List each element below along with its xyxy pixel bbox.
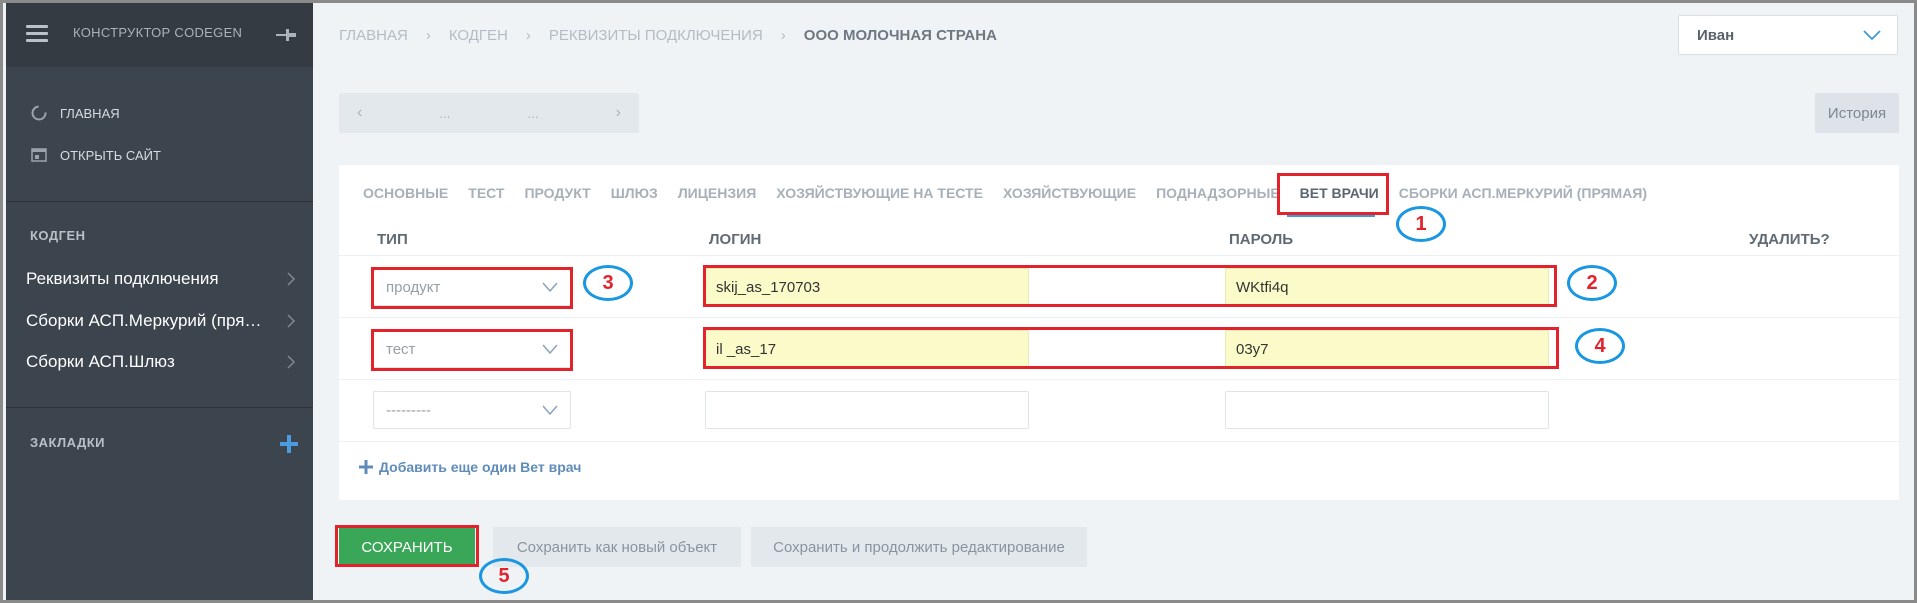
sidebar-link-label: Главная bbox=[60, 105, 120, 121]
annotation-number: 2 bbox=[1567, 265, 1617, 301]
type-select-value: --------- bbox=[386, 401, 431, 419]
tab-entities-test[interactable]: Хозяйствующие на тесте bbox=[776, 185, 983, 201]
breadcrumb-connection-details[interactable]: Реквизиты подключения bbox=[549, 27, 763, 44]
save-as-new-button[interactable]: Сохранить как новый объект bbox=[493, 527, 741, 567]
tab-entities[interactable]: Хозяйствующие bbox=[1003, 185, 1136, 201]
save-button[interactable]: Сохранить bbox=[339, 527, 475, 567]
sidebar-item-label: Сборки АСП.Меркурий (прямая) bbox=[26, 311, 266, 330]
type-select-value: тест bbox=[386, 340, 416, 358]
tab-mercury-builds[interactable]: Сборки АСП.Меркурий (прямая) bbox=[1399, 185, 1647, 201]
type-select-value: продукт bbox=[386, 278, 441, 296]
sidebar-link-home[interactable]: Главная bbox=[30, 101, 120, 125]
tab-basic[interactable]: Основные bbox=[363, 185, 448, 201]
pager-prev-button[interactable]: ‹ bbox=[357, 104, 362, 122]
login-field[interactable] bbox=[705, 391, 1029, 429]
chevron-down-icon bbox=[542, 344, 558, 355]
login-field[interactable]: il _as_17 bbox=[705, 330, 1029, 368]
user-dropdown[interactable]: Иван bbox=[1678, 15, 1898, 55]
login-field[interactable]: skij_as_170703 bbox=[705, 268, 1029, 306]
sidebar: Конструктор Codegen Главная Открыть сайт… bbox=[6, 3, 313, 600]
save-and-continue-button[interactable]: Сохранить и продолжить редактирование bbox=[751, 527, 1087, 567]
sidebar-divider bbox=[6, 201, 313, 202]
plus-icon bbox=[359, 460, 373, 474]
tab-supervised[interactable]: Поднадзорные bbox=[1156, 185, 1280, 201]
column-header-password: Пароль bbox=[1229, 231, 1294, 248]
sidebar-section-codegen: Кодген bbox=[30, 228, 86, 243]
annotation-number: 3 bbox=[583, 265, 633, 301]
chevron-down-icon bbox=[542, 282, 558, 293]
add-vet-doctor-link[interactable]: Добавить еще один Вет врач bbox=[359, 459, 581, 475]
add-link-label: Добавить еще один Вет врач bbox=[379, 459, 582, 475]
annotation-number: 4 bbox=[1575, 328, 1625, 364]
chevron-down-icon bbox=[542, 405, 558, 416]
sidebar-item-label: Сборки АСП.Шлюз bbox=[26, 352, 175, 371]
chevron-right-icon bbox=[287, 355, 296, 369]
breadcrumb-separator: › bbox=[780, 27, 786, 44]
sidebar-link-label: Открыть сайт bbox=[60, 147, 161, 163]
main-panel: Основные Тест Продукт Шлюз Лицензия Хозя… bbox=[339, 165, 1899, 500]
type-select[interactable]: --------- bbox=[373, 391, 571, 429]
tab-product[interactable]: Продукт bbox=[524, 185, 590, 201]
row-divider bbox=[339, 441, 1899, 442]
password-field[interactable] bbox=[1225, 391, 1549, 429]
user-name: Иван bbox=[1697, 26, 1735, 44]
breadcrumb-home[interactable]: Главная bbox=[339, 27, 408, 44]
breadcrumb-separator: › bbox=[525, 27, 531, 44]
pager-next-button[interactable]: › bbox=[616, 104, 621, 122]
password-field[interactable]: WKtfi4q bbox=[1225, 268, 1549, 306]
annotation-number: 1 bbox=[1396, 206, 1446, 242]
breadcrumb-codegen[interactable]: Кодген bbox=[449, 27, 508, 44]
row-divider bbox=[339, 379, 1899, 380]
type-select[interactable]: тест bbox=[373, 330, 571, 368]
tab-vet-doctors[interactable]: Вет врачи bbox=[1300, 185, 1379, 201]
tab-license[interactable]: Лицензия bbox=[678, 185, 756, 201]
chevron-right-icon bbox=[287, 272, 296, 286]
pager-right-value: ... bbox=[527, 105, 539, 121]
sidebar-item-gateway-builds[interactable]: Сборки АСП.Шлюз bbox=[26, 350, 296, 374]
column-header-delete: Удалить? bbox=[1749, 231, 1830, 248]
tab-test[interactable]: Тест bbox=[468, 185, 504, 201]
loading-circle-icon bbox=[31, 105, 47, 121]
pager-left-value: ... bbox=[439, 105, 451, 121]
sidebar-link-open-site[interactable]: Открыть сайт bbox=[30, 143, 161, 167]
sidebar-section-bookmarks: Закладки bbox=[30, 435, 105, 450]
record-pager: ‹ ... ... › bbox=[339, 93, 639, 133]
sidebar-item-mercury-builds[interactable]: Сборки АСП.Меркурий (прямая) bbox=[26, 309, 296, 333]
tab-bar: Основные Тест Продукт Шлюз Лицензия Хозя… bbox=[363, 185, 1667, 201]
history-button[interactable]: История bbox=[1815, 93, 1899, 133]
password-field[interactable]: 03y7 bbox=[1225, 330, 1549, 368]
row-divider bbox=[339, 317, 1899, 318]
active-tab-underline bbox=[1287, 215, 1375, 217]
app-frame: Конструктор Codegen Главная Открыть сайт… bbox=[0, 0, 1917, 603]
breadcrumb-separator: › bbox=[425, 27, 431, 44]
breadcrumb: Главная › Кодген › Реквизиты подключения… bbox=[339, 27, 997, 44]
open-site-icon bbox=[31, 148, 47, 162]
menu-icon[interactable] bbox=[26, 25, 48, 43]
column-header-login: Логин bbox=[709, 231, 762, 248]
sidebar-item-label: Реквизиты подключения bbox=[26, 269, 219, 288]
type-select[interactable]: продукт bbox=[373, 268, 571, 306]
chevron-right-icon bbox=[287, 314, 296, 328]
sidebar-header: Конструктор Codegen bbox=[6, 3, 313, 67]
add-bookmark-icon[interactable] bbox=[278, 433, 300, 455]
pin-icon[interactable] bbox=[274, 25, 298, 45]
chevron-down-icon bbox=[1863, 30, 1881, 41]
row-divider bbox=[339, 255, 1899, 256]
breadcrumb-current: ООО Молочная страна bbox=[803, 27, 997, 44]
sidebar-divider bbox=[6, 407, 313, 408]
tab-gateway[interactable]: Шлюз bbox=[611, 185, 658, 201]
sidebar-item-connection-details[interactable]: Реквизиты подключения bbox=[26, 267, 296, 291]
annotation-number: 5 bbox=[479, 558, 529, 594]
app-title: Конструктор Codegen bbox=[73, 25, 243, 40]
column-header-type: Тип bbox=[377, 231, 408, 248]
